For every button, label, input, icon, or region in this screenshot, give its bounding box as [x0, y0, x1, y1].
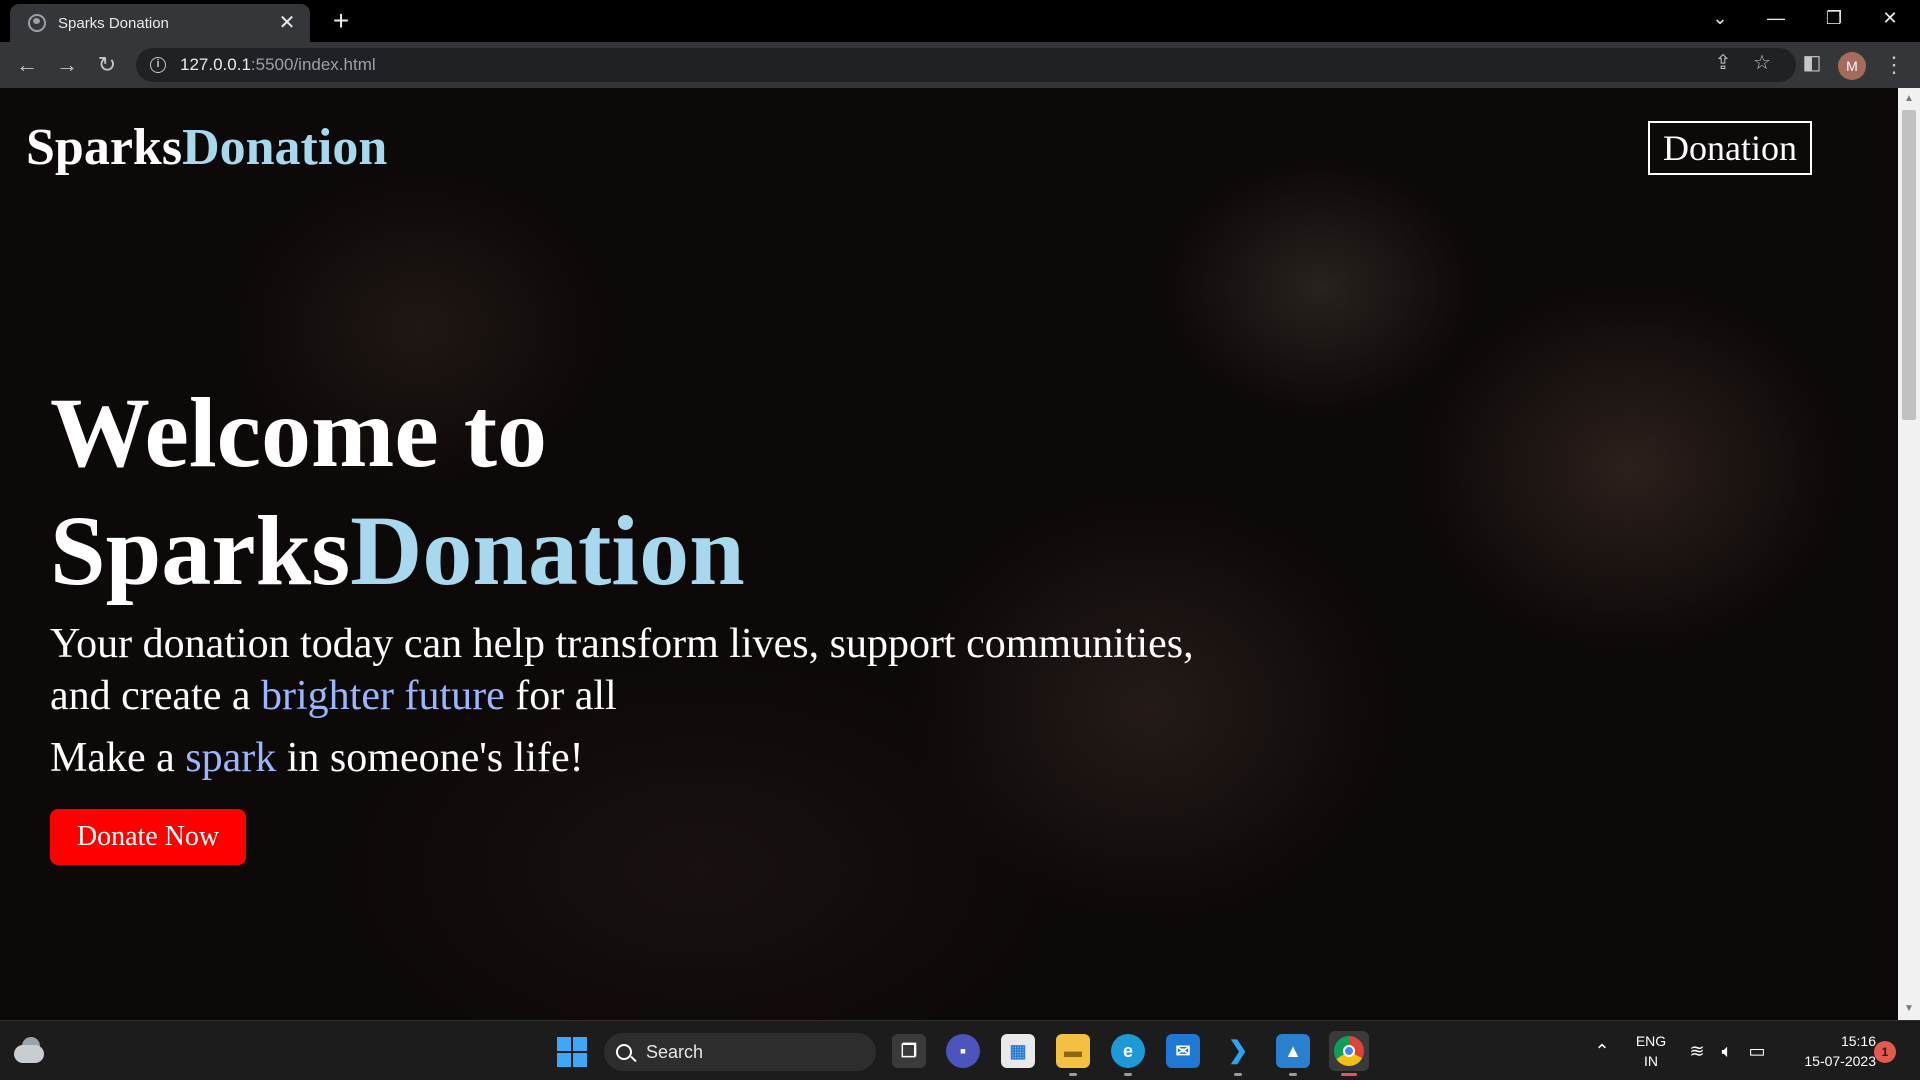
- address-bar[interactable]: i 127.0.0.1:5500/index.html: [136, 48, 1796, 82]
- clock-time: 15:16: [1840, 1033, 1876, 1049]
- file-explorer-icon[interactable]: ▬: [1056, 1034, 1090, 1068]
- mail-icon[interactable]: ✉: [1166, 1034, 1200, 1068]
- url-host: 127.0.0.1: [180, 55, 251, 74]
- minimize-button[interactable]: —: [1756, 6, 1796, 30]
- hero-title-part1: Sparks: [50, 495, 351, 606]
- hero-title-part2: Donation: [350, 495, 745, 606]
- lang-line2: IN: [1644, 1053, 1658, 1069]
- battery-icon[interactable]: ▭: [1743, 1037, 1771, 1065]
- taskbar: Search ❐ ▪ ▦ ▬ e ✉ ❯ ▲ ⌃ ENG IN ≋ 🔈︎ ▭ 1…: [0, 1020, 1920, 1080]
- tab-title: Sparks Donation: [58, 14, 169, 32]
- scroll-down-arrow-icon[interactable]: ▼: [1898, 1000, 1920, 1018]
- search-icon: [616, 1044, 632, 1060]
- menu-icon[interactable]: ⋮: [1880, 48, 1908, 82]
- clock[interactable]: 15:16 15-07-2023: [1780, 1031, 1876, 1071]
- new-tab-button[interactable]: +: [326, 6, 356, 36]
- globe-icon: [28, 14, 46, 32]
- tab-close-button[interactable]: ✕: [276, 13, 298, 33]
- info-icon[interactable]: i: [150, 57, 166, 73]
- taskbar-search[interactable]: Search: [604, 1033, 876, 1071]
- profile-avatar[interactable]: M: [1838, 52, 1866, 80]
- chrome-taskbar-button[interactable]: [1329, 1031, 1369, 1071]
- wifi-icon[interactable]: ≋: [1683, 1037, 1711, 1065]
- forward-icon[interactable]: →: [52, 50, 82, 80]
- tab-search-chevron-icon[interactable]: ⌄: [1700, 6, 1740, 30]
- hero-title-line1: Welcome to: [50, 377, 548, 488]
- brand-part2: Donation: [182, 119, 388, 176]
- spark-highlight: spark: [185, 735, 277, 781]
- browser-tab-strip: Sparks Donation ✕ + ⌄ — ❐ ✕: [0, 0, 1920, 42]
- lead-highlight: brighter future: [261, 673, 505, 719]
- back-icon[interactable]: ←: [12, 50, 42, 80]
- spark-pre: Make a: [50, 735, 186, 781]
- hero-spark-line: Make a spark in someone's life!: [50, 732, 584, 784]
- reload-icon[interactable]: ↻: [92, 50, 122, 80]
- brand-part1: Sparks: [26, 119, 183, 176]
- lead-pre: and create a: [50, 673, 262, 719]
- edge-running-indicator: [1124, 1073, 1132, 1076]
- donate-now-button[interactable]: Donate Now: [50, 809, 246, 865]
- nav-donation-button[interactable]: Donation: [1648, 121, 1812, 175]
- hero-lead-line2: and create a brighter future for all: [50, 670, 617, 722]
- browser-tab[interactable]: Sparks Donation ✕: [10, 4, 310, 42]
- spark-post: in someone's life!: [276, 735, 584, 781]
- page-scrollbar[interactable]: ▲ ▼: [1898, 88, 1920, 1020]
- close-window-button[interactable]: ✕: [1870, 6, 1910, 30]
- lead-post: for all: [504, 673, 617, 719]
- file-explorer-running-indicator: [1069, 1073, 1077, 1076]
- hero-lead-line1: Your donation today can help transform l…: [50, 621, 1194, 667]
- notification-badge[interactable]: 1: [1874, 1041, 1896, 1063]
- language-indicator[interactable]: ENG IN: [1628, 1031, 1674, 1071]
- teams-chat-icon[interactable]: ▪: [946, 1034, 980, 1068]
- photos-running-indicator: [1289, 1073, 1297, 1076]
- url-path: :5500/index.html: [250, 55, 376, 74]
- task-view-icon[interactable]: ❐: [892, 1034, 926, 1068]
- chrome-active-indicator: [1341, 1073, 1357, 1076]
- lang-line1: ENG: [1635, 1033, 1667, 1049]
- site-logo[interactable]: SparksDonation: [26, 118, 387, 177]
- tray-chevron-icon[interactable]: ⌃: [1590, 1037, 1614, 1065]
- volume-icon[interactable]: 🔈︎: [1713, 1037, 1741, 1065]
- chrome-icon: [1334, 1036, 1364, 1066]
- scroll-up-arrow-icon[interactable]: ▲: [1898, 90, 1920, 108]
- windows-start-icon[interactable]: [557, 1037, 587, 1067]
- scrollbar-thumb[interactable]: [1902, 110, 1916, 420]
- clock-date: 15-07-2023: [1804, 1053, 1876, 1069]
- browser-toolbar: ← → ↻ i 127.0.0.1:5500/index.html ⇪ ☆ ◧: [0, 42, 1920, 88]
- star-icon[interactable]: ☆: [1747, 48, 1777, 78]
- vscode-icon[interactable]: ❯: [1221, 1034, 1255, 1068]
- vscode-running-indicator: [1234, 1073, 1242, 1076]
- share-icon[interactable]: ⇪: [1708, 48, 1738, 78]
- weather-icon[interactable]: [14, 1037, 44, 1063]
- edge-icon[interactable]: e: [1111, 1034, 1145, 1068]
- photos-icon[interactable]: ▲: [1276, 1034, 1310, 1068]
- sidepanel-icon[interactable]: ◧: [1797, 48, 1827, 78]
- store-icon[interactable]: ▦: [1001, 1034, 1035, 1068]
- taskbar-search-label: Search: [646, 1041, 704, 1062]
- restore-button[interactable]: ❐: [1814, 6, 1854, 30]
- page-viewport: SparksDonation Donation Welcome to Spark…: [0, 88, 1898, 1020]
- hero-title-line2: SparksDonation: [50, 496, 745, 606]
